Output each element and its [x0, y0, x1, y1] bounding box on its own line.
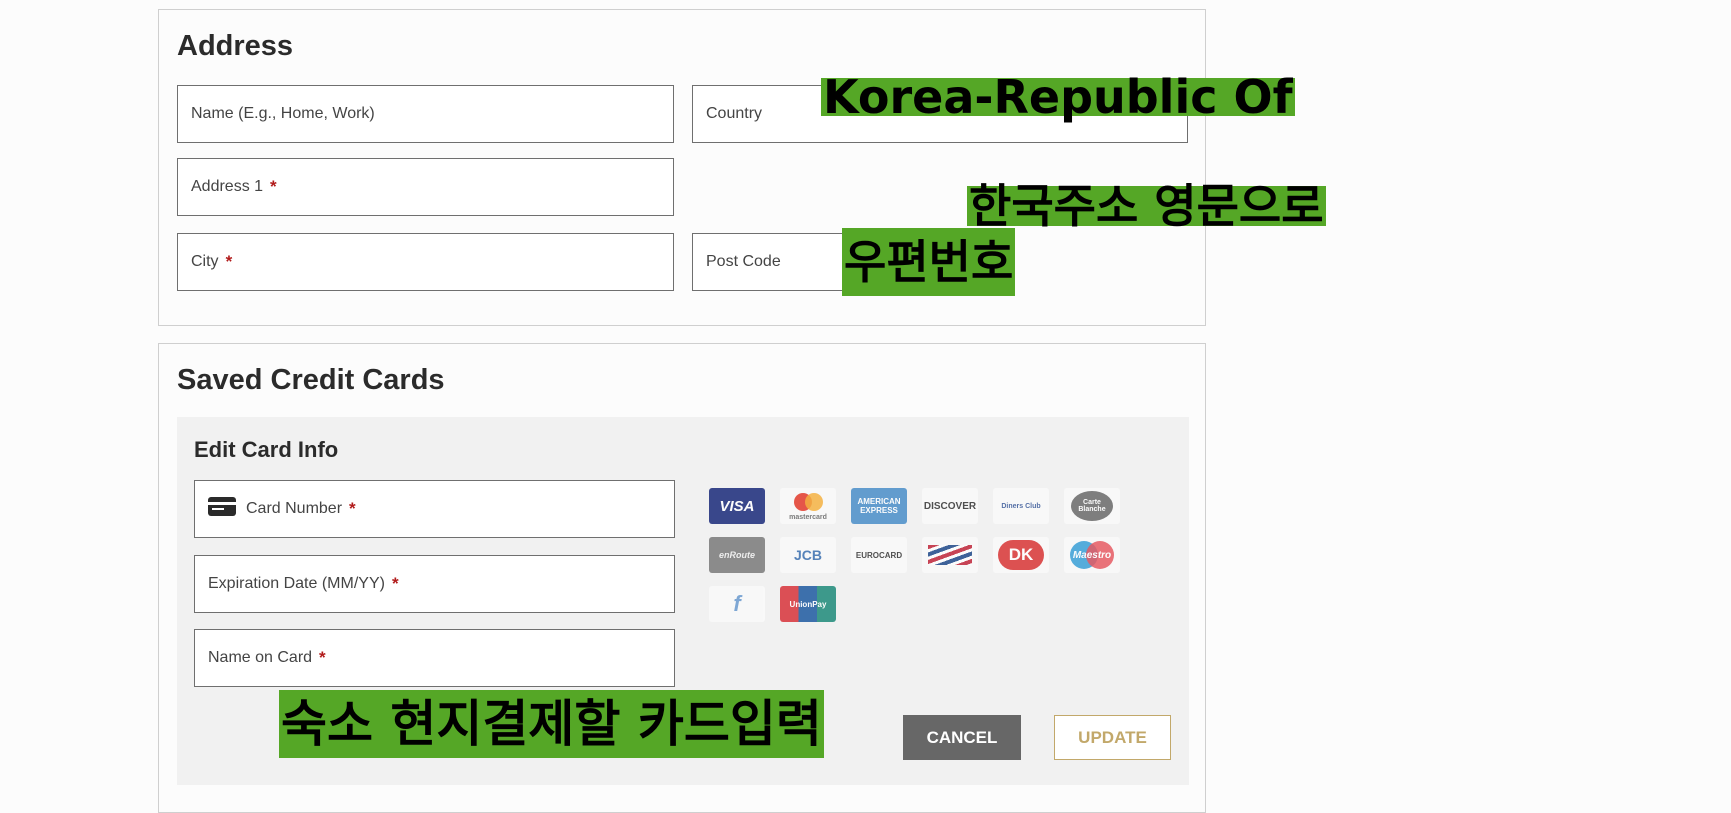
mastercard-text: mastercard: [789, 514, 827, 521]
diners-club-logo: Diners Club: [993, 488, 1049, 524]
mastercard-logo: mastercard: [780, 488, 836, 524]
card-number-field[interactable]: Card Number *: [194, 480, 675, 538]
postcode-annotation: 우편번호: [842, 228, 1016, 296]
enroute-logo: enRoute: [709, 537, 765, 573]
required-mark: *: [270, 177, 277, 196]
discover-logo: DISCOVER: [922, 488, 978, 524]
amex-logo: AMERICAN EXPRESS: [851, 488, 907, 524]
city-field[interactable]: City *: [177, 233, 674, 291]
address-name-placeholder: Name (E.g., Home, Work): [191, 105, 375, 122]
saved-cards-title: Saved Credit Cards: [177, 364, 445, 396]
cancel-button[interactable]: CANCEL: [903, 715, 1021, 760]
address-panel: Address Name (E.g., Home, Work) Country …: [158, 9, 1206, 326]
address1-label: Address 1: [191, 178, 264, 195]
edit-card-title: Edit Card Info: [194, 437, 339, 462]
card-entry-annotation: 숙소 현지결제할 카드입력: [279, 690, 824, 758]
carte-blanche-text: Carte Blanche: [1071, 491, 1113, 521]
address1-field[interactable]: Address 1 *: [177, 158, 674, 216]
jcb-logo: JCB: [780, 537, 836, 573]
card-number-label: Card Number: [246, 500, 343, 517]
unionpay-logo: UnionPay: [780, 586, 836, 622]
address-name-field[interactable]: Name (E.g., Home, Work): [177, 85, 674, 143]
country-value-annotation: Korea-Republic Of: [821, 70, 1295, 124]
required-mark: *: [349, 499, 356, 518]
name-on-card-label: Name on Card: [208, 649, 313, 666]
carte-blanche-logo: Carte Blanche: [1064, 488, 1120, 524]
bank-stripes: [928, 545, 972, 565]
maestro-text: Maestro: [1072, 549, 1112, 561]
credit-card-icon: [208, 496, 236, 516]
maestro-logo: Maestro: [1064, 537, 1120, 573]
eurocard-logo: EUROCARD: [851, 537, 907, 573]
visa-logo: VISA: [709, 488, 765, 524]
dankort-logo: DK: [993, 537, 1049, 573]
bank-logo: [922, 537, 978, 573]
required-mark: *: [225, 252, 233, 271]
required-mark: *: [319, 648, 326, 667]
expiry-label: Expiration Date (MM/YY): [208, 575, 385, 592]
country-label: Country: [706, 105, 763, 122]
address-title: Address: [177, 30, 294, 62]
required-mark: *: [391, 574, 399, 593]
postcode-label: Post Code: [706, 253, 781, 270]
update-button[interactable]: UPDATE: [1054, 715, 1171, 760]
name-on-card-field[interactable]: Name on Card *: [194, 629, 675, 687]
dankort-text: DK: [998, 540, 1044, 570]
city-label: City: [191, 253, 219, 270]
f-logo: f: [709, 586, 765, 622]
korean-address-annotation: 한국주소 영문으로: [967, 179, 1326, 233]
expiry-field[interactable]: Expiration Date (MM/YY) *: [194, 555, 675, 613]
